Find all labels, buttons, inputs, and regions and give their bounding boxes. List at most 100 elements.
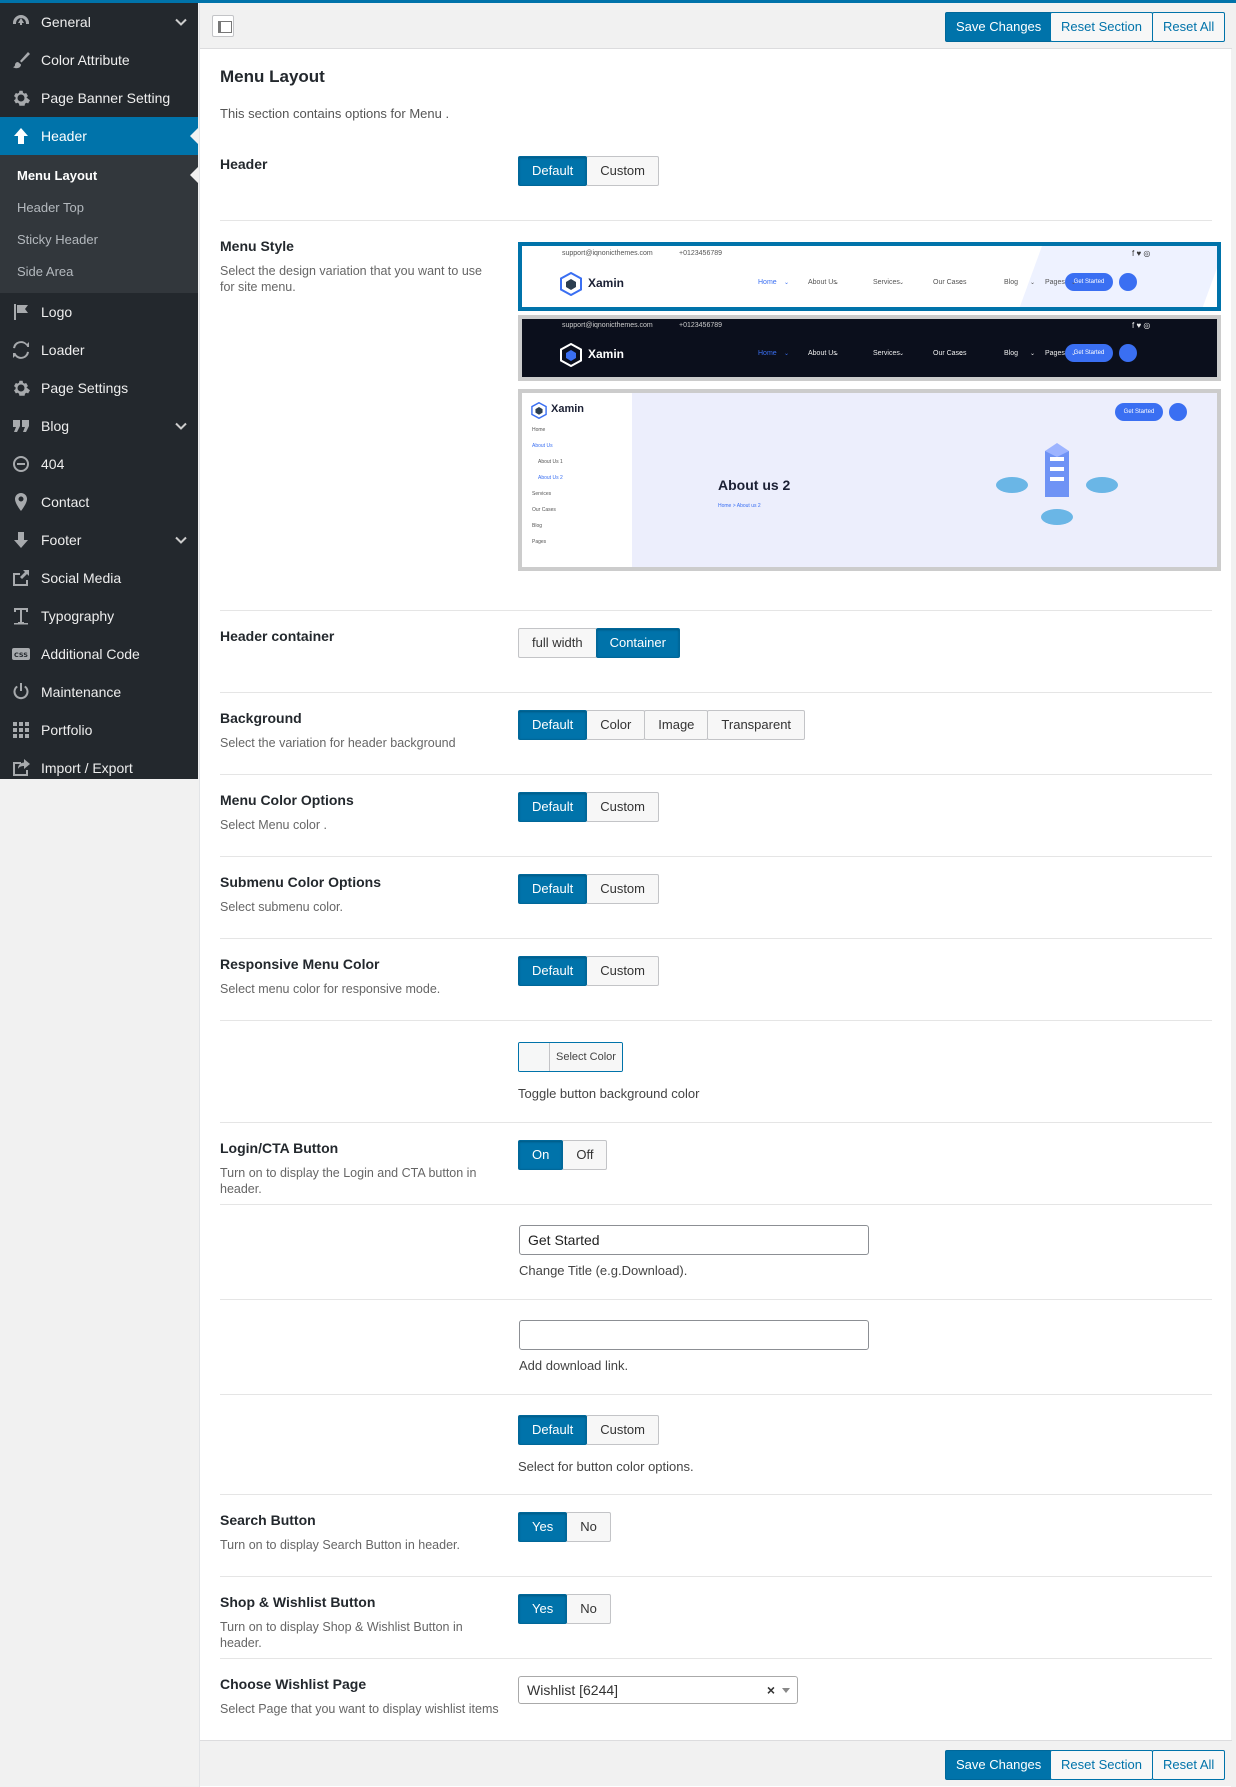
field-title: Choose Wishlist Page xyxy=(220,1676,367,1692)
preview-brand: Xamin xyxy=(588,276,625,290)
field-shop-wishlist: Shop & Wishlist Button Turn on to displa… xyxy=(220,1577,1212,1659)
option-yes[interactable]: Yes xyxy=(518,1512,568,1542)
sidebar-item-footer[interactable]: Footer xyxy=(0,521,198,559)
sidebar-item-label: Page Banner Setting xyxy=(41,90,171,106)
css-icon: CSS xyxy=(11,644,31,664)
cta-title-input[interactable] xyxy=(519,1225,869,1255)
flag-icon xyxy=(11,302,31,322)
bottom-toolbar: Save Changes Reset Section Reset All xyxy=(200,1740,1232,1786)
sidebar-item-label: Page Settings xyxy=(41,380,129,396)
field-header: Header Default Custom xyxy=(220,139,1212,221)
brush-icon xyxy=(11,50,31,70)
sidebar-item-general[interactable]: General xyxy=(0,3,198,41)
preview-hamburger-icon xyxy=(1169,403,1187,421)
sidebar-item-label: Typography xyxy=(41,608,115,624)
preview-nav-item: Blog xyxy=(1004,350,1019,357)
preview-chevron-icon: ⌄ xyxy=(784,280,790,286)
responsive-menu-color-buttonset: Default Custom xyxy=(518,956,659,986)
option-custom[interactable]: Custom xyxy=(586,956,659,986)
sidebar-item-label: Portfolio xyxy=(41,722,93,738)
sidebar-item-label: Logo xyxy=(41,304,73,320)
menu-style-option-1[interactable]: support@iqnonicthemes.com +0123456789 f … xyxy=(518,242,1221,311)
option-no[interactable]: No xyxy=(566,1594,611,1624)
sidebar-item-typography[interactable]: Typography xyxy=(0,597,198,635)
sidebar-item-social-media[interactable]: Social Media xyxy=(0,559,198,597)
sidebar-item-404[interactable]: 404 xyxy=(0,445,198,483)
save-changes-button[interactable]: Save Changes xyxy=(945,1750,1053,1780)
option-default[interactable]: Default xyxy=(518,956,588,986)
field-title: Submenu Color Options xyxy=(220,874,381,890)
sidebar-item-logo[interactable]: Logo xyxy=(0,293,198,331)
option-custom[interactable]: Custom xyxy=(586,1415,659,1445)
preview-nav-item: Blog xyxy=(1004,279,1019,286)
option-off[interactable]: Off xyxy=(562,1140,608,1170)
field-cta-title: Change Title (e.g.Download). xyxy=(220,1205,1212,1300)
reset-all-button[interactable]: Reset All xyxy=(1152,12,1226,42)
option-default[interactable]: Default xyxy=(518,1415,588,1445)
option-container[interactable]: Container xyxy=(595,628,680,658)
preview-chevron-icon: ⌄ xyxy=(899,351,905,357)
sidebar-item-label: Blog xyxy=(41,418,70,434)
preview-chevron-icon: ⌄ xyxy=(959,280,965,286)
option-on[interactable]: On xyxy=(518,1140,564,1170)
reset-section-button[interactable]: Reset Section xyxy=(1050,1750,1153,1780)
sidebar-item-label: Loader xyxy=(41,342,85,358)
option-custom[interactable]: Custom xyxy=(586,156,659,186)
submenu-item-side-area[interactable]: Side Area xyxy=(0,255,198,287)
sidebar-item-loader[interactable]: Loader xyxy=(0,331,198,369)
sidebar-item-import-export[interactable]: Import / Export xyxy=(0,749,198,787)
preview-email: support@iqnonicthemes.com xyxy=(562,250,653,257)
sidebar-item-page-settings[interactable]: Page Settings xyxy=(0,369,198,407)
xamin-logo-icon xyxy=(560,343,582,367)
quote-icon xyxy=(11,416,31,436)
menu-style-option-2[interactable]: support@iqnonicthemes.com +0123456789 f … xyxy=(518,315,1221,381)
preview-side-nav-item: Blog xyxy=(532,523,543,529)
wishlist-page-value: Wishlist [6244] xyxy=(527,1682,619,1698)
download-link-input[interactable] xyxy=(519,1320,869,1350)
field-description: Select Page that you want to display wis… xyxy=(220,1702,499,1716)
option-default[interactable]: Default xyxy=(518,156,588,186)
refresh-icon xyxy=(11,340,31,360)
expand-options-icon[interactable] xyxy=(212,15,234,37)
option-no[interactable]: No xyxy=(566,1512,611,1542)
option-transparent[interactable]: Transparent xyxy=(707,710,806,740)
sidebar-item-blog[interactable]: Blog xyxy=(0,407,198,445)
minus-circle-icon xyxy=(11,454,31,474)
wishlist-page-select[interactable]: Wishlist [6244] × xyxy=(518,1676,798,1704)
share-icon xyxy=(11,568,31,588)
sidebar-item-portfolio[interactable]: Portfolio xyxy=(0,711,198,749)
submenu-item-header-top[interactable]: Header Top xyxy=(0,191,198,223)
option-default[interactable]: Default xyxy=(518,792,588,822)
preview-cta-button: Get Started xyxy=(1115,403,1163,421)
option-default[interactable]: Default xyxy=(518,874,588,904)
field-title: Login/CTA Button xyxy=(220,1140,339,1156)
sidebar-item-maintenance[interactable]: Maintenance xyxy=(0,673,198,711)
arrow-up-icon xyxy=(11,126,31,146)
chevron-down-icon xyxy=(174,533,188,547)
sidebar-item-color-attribute[interactable]: Color Attribute xyxy=(0,41,198,79)
reset-all-button[interactable]: Reset All xyxy=(1152,1750,1226,1780)
option-yes[interactable]: Yes xyxy=(518,1594,568,1624)
field-description: Select Menu color . xyxy=(220,818,327,832)
sidebar-item-page-banner-setting[interactable]: Page Banner Setting xyxy=(0,79,198,117)
sidebar-item-contact[interactable]: Contact xyxy=(0,483,198,521)
option-custom[interactable]: Custom xyxy=(586,792,659,822)
menu-style-option-3[interactable]: Xamin About us 2 Home > About us 2 Get S… xyxy=(518,389,1221,571)
option-custom[interactable]: Custom xyxy=(586,874,659,904)
save-changes-button[interactable]: Save Changes xyxy=(945,12,1053,42)
reset-section-button[interactable]: Reset Section xyxy=(1050,12,1153,42)
option-image[interactable]: Image xyxy=(644,710,709,740)
submenu-item-menu-layout[interactable]: Menu Layout xyxy=(0,159,198,191)
top-toolbar: Save Changes Reset Section Reset All xyxy=(200,3,1232,49)
clear-selection-icon[interactable]: × xyxy=(767,1677,775,1703)
arrow-down-icon xyxy=(11,530,31,550)
submenu-item-sticky-header[interactable]: Sticky Header xyxy=(0,223,198,255)
field-description: Change Title (e.g.Download). xyxy=(519,1263,688,1278)
sidebar-item-label: Social Media xyxy=(41,570,122,586)
select-color-button[interactable]: Select Color xyxy=(518,1042,623,1072)
option-color[interactable]: Color xyxy=(586,710,646,740)
option-full-width[interactable]: full width xyxy=(518,628,597,658)
sidebar-item-header[interactable]: Header xyxy=(0,117,198,155)
option-default[interactable]: Default xyxy=(518,710,588,740)
sidebar-item-additional-code[interactable]: CSS Additional Code xyxy=(0,635,198,673)
